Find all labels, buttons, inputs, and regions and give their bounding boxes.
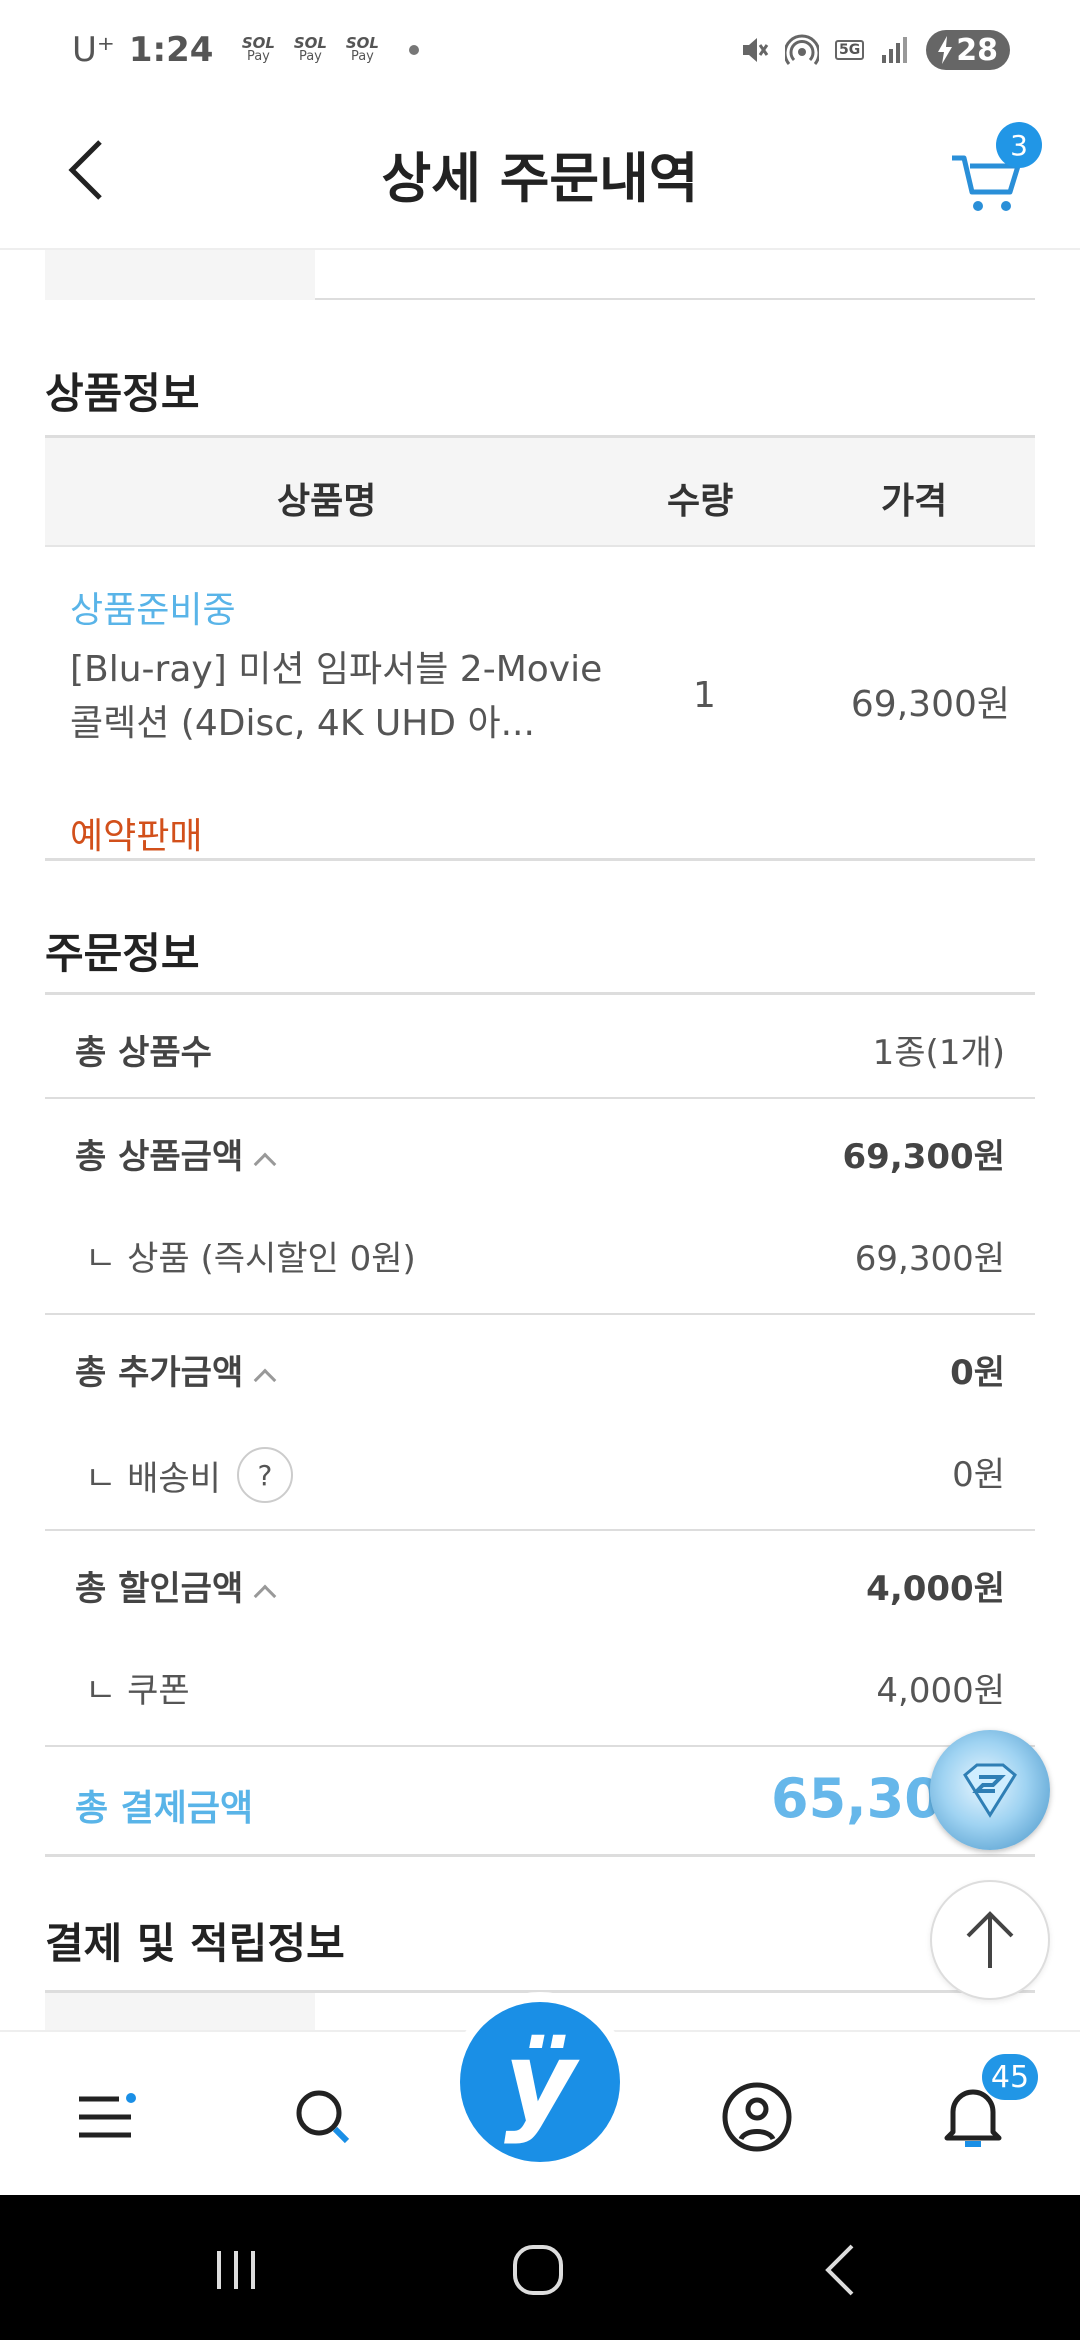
product-row[interactable]: 상품준비중 [Blu-ray] 미션 임파서블 2-Movie 콜렉션 (4Di… [45,547,1035,861]
product-table: 상품명 수량 가격 상품준비중 [Blu-ray] 미션 임파서블 2-Movi… [45,435,1035,861]
network-5g-icon: 5G [835,40,865,60]
product-amount-toggle[interactable]: 총 상품금액 69,300원 [45,1099,1035,1203]
discount-amount-toggle[interactable]: 총 할인금액 4,000원 [45,1531,1035,1635]
app-header: 상세 주문내역 3 [0,100,1080,250]
pay-notification-icon: SOL Pay [345,34,379,64]
scroll-top-button[interactable] [930,1880,1050,2000]
floating-profile-button[interactable] [930,1730,1050,1850]
extra-amount-label: 총 추가금액 [75,1353,244,1393]
page-title: 상세 주문내역 [381,147,699,210]
status-left: U⁺ 1:24 SOL Pay SOL Pay SOL Pay [72,30,420,70]
notification-count-badge: 45 [982,2054,1038,2100]
column-header-price: 가격 [881,481,948,522]
order-summary-table: 총 상품수 1종(1개) 총 상품금액 69,300원 ㄴ 상품 (즉시할인 0… [45,992,1035,1857]
pay-notification-icon: SOL Pay [293,34,327,64]
order-detail-content: 상품정보 상품명 수량 가격 상품준비중 [Blu-ray] 미션 임파서블 2… [0,250,1080,2030]
home-logo-button[interactable]: ÿ [460,2002,620,2162]
battery-icon: 28 [926,30,1010,70]
product-amount-detail-row: ㄴ 상품 (즉시할인 0원) 69,300원 [45,1203,1035,1315]
help-icon[interactable]: ? [236,1447,293,1503]
coupon-label: ㄴ 쿠폰 [85,1671,190,1711]
mute-icon [743,38,769,62]
status-time: 1:24 [128,30,214,70]
shipping-fee-row: ㄴ 배송비? 0원 [45,1419,1035,1531]
reservation-tag: 예약판매 [70,816,203,857]
product-price: 69,300원 [850,684,1010,725]
user-face-icon [722,2082,792,2152]
system-navigation-bar [0,2195,1080,2340]
chevron-up-icon [253,1584,277,1608]
battery-level: 28 [956,32,998,68]
search-icon [296,2090,350,2144]
product-amount-detail-label: ㄴ 상품 (즉시할인 0원) [85,1239,416,1279]
carrier-label: U⁺ [72,30,115,70]
total-count-label: 총 상품수 [75,1033,212,1073]
menu-icon [79,2093,136,2138]
total-count-value: 1종(1개) [872,1033,1005,1073]
coupon-row: ㄴ 쿠폰 4,000원 [45,1635,1035,1747]
total-payment-row: 총 결제금액 65,300 [45,1747,1035,1857]
discount-amount-label: 총 할인금액 [75,1569,244,1609]
cart-count-badge: 3 [996,122,1042,168]
product-name-link[interactable]: [Blu-ray] 미션 임파서블 2-Movie 콜렉션 (4Disc, 4K… [70,643,610,751]
total-payment-label: 총 결제금액 [75,1788,254,1829]
more-notifications-dot [409,45,420,55]
product-amount-detail-value: 69,300원 [854,1239,1005,1279]
home-logo: ÿ [504,2018,576,2146]
notification-button[interactable]: 45 [928,2054,1038,2162]
search-button[interactable] [278,2072,368,2162]
home-system-button[interactable] [498,2235,578,2305]
product-table-header: 상품명 수량 가격 [45,435,1035,547]
cart-button[interactable]: 3 [944,122,1044,222]
column-header-qty: 수량 [667,481,734,522]
product-status: 상품준비중 [70,590,236,631]
signal-icon [882,37,908,63]
pay-notification-icon: SOL Pay [241,34,275,64]
status-right: 5G 28 [739,30,1010,70]
hotspot-icon [785,34,820,65]
product-amount-label: 총 상품금액 [75,1137,244,1177]
shipping-fee-value: 0원 [952,1455,1005,1495]
order-section-title: 주문정보 [45,929,200,978]
extra-amount-value: 0원 [950,1353,1005,1393]
shipping-fee-label: ㄴ 배송비 [85,1458,221,1499]
superhero-emblem-icon [963,1763,1017,1818]
payment-table-label-cell [45,1993,315,2030]
product-quantity: 1 [693,675,716,716]
product-section-title: 상품정보 [45,369,200,418]
discount-amount-value: 4,000원 [866,1569,1005,1609]
charging-icon [938,36,953,64]
coupon-value: 4,000원 [876,1671,1005,1711]
back-system-icon [825,2244,854,2296]
recent-apps-icon [217,2251,255,2289]
product-amount-value: 69,300원 [842,1137,1005,1177]
arrow-up-icon [966,1911,1014,1968]
back-system-button[interactable] [800,2235,880,2305]
home-system-icon [513,2245,563,2295]
chevron-up-icon [253,1152,277,1176]
chevron-up-icon [253,1368,277,1392]
menu-button[interactable] [62,2072,152,2162]
column-header-name: 상품명 [277,481,377,522]
extra-amount-toggle[interactable]: 총 추가금액 0원 [45,1315,1035,1419]
total-count-row: 총 상품수 1종(1개) [45,995,1035,1099]
payment-section-title: 결제 및 적립정보 [45,1919,345,1968]
partial-row-label-cell [45,250,315,300]
my-page-button[interactable] [712,2072,802,2162]
partial-info-row [45,250,1035,300]
bottom-navigation: ÿ 45 [0,2002,1080,2195]
recent-apps-button[interactable] [196,2235,276,2305]
status-bar: U⁺ 1:24 SOL Pay SOL Pay SOL Pay 5G 28 [0,0,1080,100]
